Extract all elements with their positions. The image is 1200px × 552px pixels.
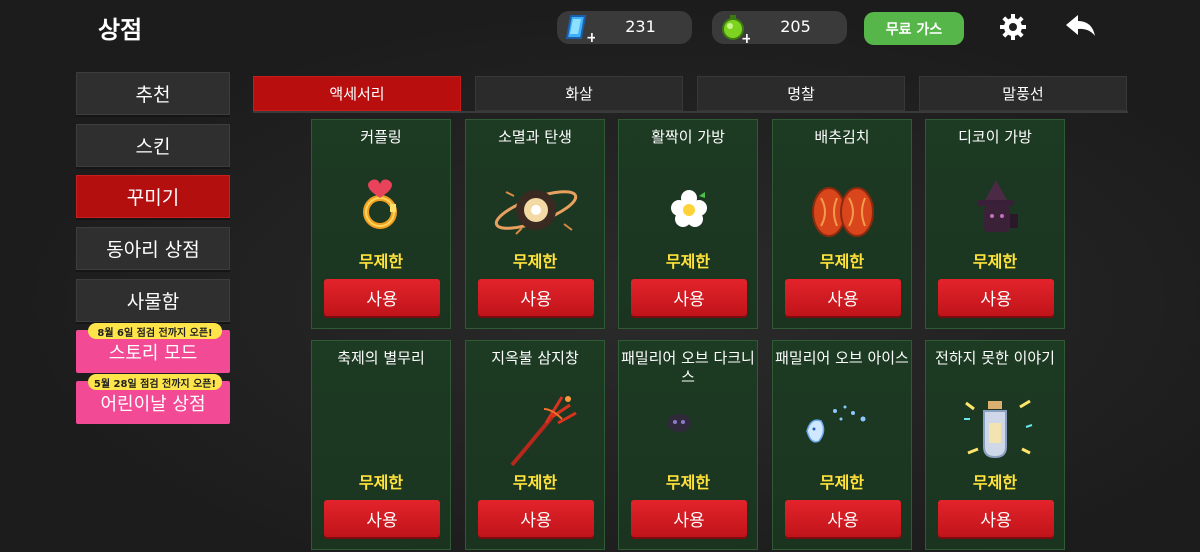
ice-familiar-icon [806,405,866,443]
use-button[interactable]: 사용 [785,500,901,537]
sidebar-item-recommended[interactable]: 추천 [76,72,230,115]
sidebar-item-decorate[interactable]: 꾸미기 [76,175,230,218]
trident-icon [510,396,577,467]
use-button[interactable]: 사용 [631,500,747,537]
item-name: 패밀리어 오브 다크니스 [621,349,755,386]
item-card[interactable]: 패밀리어 오브 아이스 무제한 사용 [772,340,912,550]
tabs-divider [253,111,1128,113]
coin-count: 205 [780,17,811,36]
item-duration: 무제한 [512,473,558,492]
sidebar-item-club-shop[interactable]: 동아리 상점 [76,227,230,270]
event-badge: 8월 6일 점검 전까지 오픈! [88,323,222,339]
sidebar-item-label: 추천 [135,84,171,106]
use-button[interactable]: 사용 [631,279,747,316]
star-cluster-icon [332,383,432,473]
planet-icon [494,190,578,235]
tab-label: 화살 [565,85,593,103]
coin-counter[interactable]: + 205 [712,11,847,44]
gem-count: 231 [625,17,656,36]
event-label: 스토리 모드 [108,342,198,364]
item-duration: 무제한 [819,252,865,271]
sidebar-item-label: 사물함 [126,291,180,313]
ring-icon [363,179,397,229]
event-label: 어린이날 상점 [100,393,206,415]
item-card[interactable]: 배추김치 무제한 사용 [772,119,912,329]
use-button[interactable]: 사용 [785,279,901,316]
gear-icon[interactable] [998,12,1028,42]
item-duration: 무제한 [358,252,404,271]
item-card[interactable]: 활짝이 가방 무제한 사용 [618,119,758,329]
use-button[interactable]: 사용 [478,279,594,316]
item-duration: 무제한 [358,473,404,492]
item-card[interactable]: 축제의 별무리 무제한 사용 [311,340,451,550]
tab-label: 말풍선 [1002,85,1044,103]
item-duration: 무제한 [665,252,711,271]
flower-bag-icon [671,190,707,227]
event-badge: 5월 28일 점검 전까지 오픈! [88,374,222,390]
item-duration: 무제한 [512,252,558,271]
item-duration: 무제한 [972,252,1018,271]
use-button[interactable]: 사용 [938,500,1054,537]
item-card[interactable]: 패밀리어 오브 다크니스 무제한 사용 [618,340,758,550]
gem-plus-icon: + [565,15,595,44]
sidebar-item-label: 꾸미기 [126,187,180,209]
free-gas-button[interactable]: 무료 가스 [864,12,964,45]
tab-nametags[interactable]: 명찰 [697,76,905,111]
use-button[interactable]: 사용 [324,279,440,316]
item-name: 활짝이 가방 [651,128,725,146]
bottle-letter-icon [964,399,1033,459]
witch-bag-icon [978,180,1018,232]
svg-text:+: + [586,30,595,44]
item-name: 축제의 별무리 [337,349,425,367]
use-button[interactable]: 사용 [324,500,440,537]
item-name: 패밀리어 오브 아이스 [775,349,909,367]
tab-arrows[interactable]: 화살 [475,76,683,111]
item-card[interactable]: 소멸과 탄생 무제한 사용 [465,119,605,329]
item-duration: 무제한 [972,473,1018,492]
item-name: 소멸과 탄생 [498,128,572,146]
item-name: 전하지 못한 이야기 [935,349,1055,367]
item-name: 지옥불 삼지창 [491,349,579,367]
item-name: 배추김치 [814,128,870,146]
sidebar-item-locker[interactable]: 사물함 [76,279,230,322]
page-title: 상점 [98,16,143,44]
item-card[interactable]: 디코이 가방 무제한 사용 [925,119,1065,329]
svg-text:+: + [741,31,750,44]
back-arrow-icon[interactable] [1064,12,1098,42]
item-card[interactable]: 커플링 무제한 사용 [311,119,451,329]
item-card[interactable]: 전하지 못한 이야기 무제한 사용 [925,340,1065,550]
item-name: 커플링 [360,128,402,146]
item-name: 디코이 가방 [958,128,1032,146]
gem-counter[interactable]: + 231 [557,11,692,44]
tab-label: 명찰 [787,85,815,103]
use-button[interactable]: 사용 [478,500,594,537]
item-duration: 무제한 [819,473,865,492]
kimchi-icon [812,187,874,237]
sidebar-item-label: 동아리 상점 [106,239,200,261]
dark-familiar-icon [667,414,691,432]
tab-accessories[interactable]: 액세서리 [253,76,461,111]
use-button[interactable]: 사용 [938,279,1054,316]
tab-speech-bubbles[interactable]: 말풍선 [919,76,1127,111]
sidebar-item-skins[interactable]: 스킨 [76,124,230,167]
sidebar-item-label: 스킨 [135,136,171,158]
item-card[interactable]: 지옥불 삼지창 무제한 사용 [465,340,605,550]
tab-label: 액세서리 [329,85,385,103]
item-duration: 무제한 [665,473,711,492]
green-potion-plus-icon: + [722,15,750,44]
